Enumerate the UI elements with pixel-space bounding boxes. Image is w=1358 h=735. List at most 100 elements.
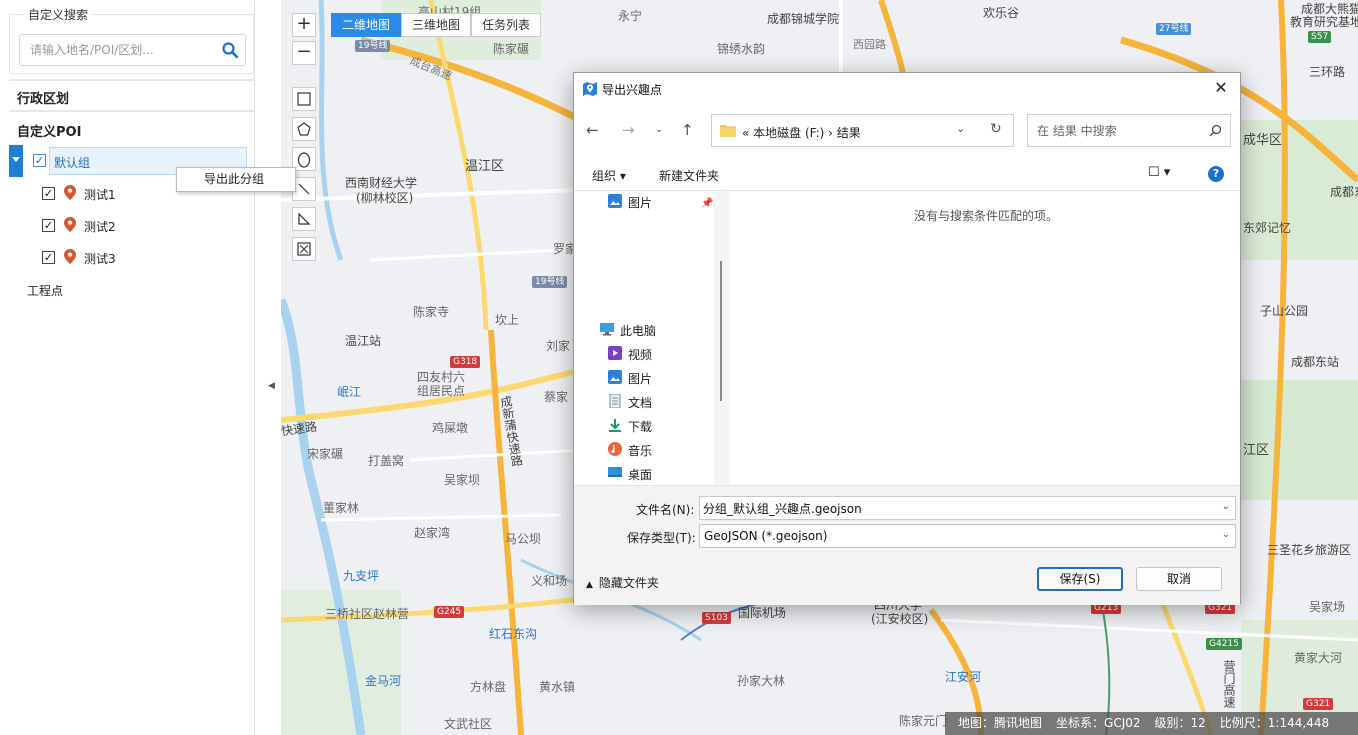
map-label: 三桥社区赵林营	[325, 607, 410, 621]
poi-item-label[interactable]: 测试3	[84, 250, 116, 267]
map-label: 江安河	[945, 670, 982, 684]
item-checkbox[interactable]: ✓	[42, 219, 55, 232]
folder-search-box	[1027, 114, 1231, 147]
section-divider	[9, 110, 254, 112]
hide-folders-toggle[interactable]: ▲ 隐藏文件夹	[586, 574, 659, 591]
zoom-in-button[interactable]: +	[292, 13, 316, 37]
map-label: 营门高速	[1222, 660, 1236, 708]
status-zoom-level: 级别：12	[1154, 716, 1206, 730]
scrollbar-thumb[interactable]	[720, 261, 722, 401]
map-label: 欢乐谷	[983, 6, 1020, 20]
view-options-icon[interactable]: ☐ ▾	[1148, 165, 1170, 180]
left-panel: 自定义搜索 行政区划 自定义POI ✓ 默认组 ✓ 测试1 ✓ 测试2 ✓ 测试…	[0, 0, 255, 735]
up-arrow-icon[interactable]: ↑	[681, 121, 694, 139]
new-folder-button[interactable]: 新建文件夹	[659, 167, 719, 184]
cancel-button[interactable]: 取消	[1136, 567, 1222, 591]
nav-pane-scrollbar[interactable]	[714, 191, 730, 485]
tab-task-list[interactable]: 任务列表	[471, 13, 542, 37]
rectangle-icon	[297, 92, 311, 106]
draw-rectangle-button[interactable]	[292, 87, 316, 111]
map-label: 三环路	[1309, 65, 1346, 79]
collapse-panel-icon[interactable]: ◀	[268, 381, 275, 391]
map-label: 成都东	[1330, 185, 1358, 199]
map-label: 刘家	[546, 339, 571, 353]
section-divider	[9, 79, 254, 81]
map-label: 西园路	[853, 38, 886, 51]
custom-search-fieldset: 自定义搜索	[9, 6, 254, 74]
draw-polygon-button[interactable]	[292, 117, 316, 141]
address-bar[interactable]: « 本地磁盘 (F:) › 结果 ⌄ ↻	[711, 114, 1014, 147]
item-checkbox[interactable]: ✓	[42, 187, 55, 200]
chevron-down-icon[interactable]: ⌄	[1222, 501, 1230, 512]
project-points-label[interactable]: 工程点	[27, 282, 63, 299]
map-label: 东郊记忆	[1243, 221, 1292, 235]
forward-arrow-icon[interactable]: →	[622, 121, 635, 139]
dialog-title: 导出兴趣点	[602, 83, 663, 97]
filename-input[interactable]	[700, 497, 1210, 519]
map-label: 鸡屎墩	[432, 421, 469, 435]
poi-item-label[interactable]: 测试1	[84, 186, 116, 203]
save-button[interactable]: 保存(S)	[1037, 567, 1123, 591]
measure-area-button[interactable]	[292, 207, 316, 231]
desktop-icon	[608, 467, 622, 477]
item-checkbox[interactable]: ✓	[42, 251, 55, 264]
map-label: 温江区	[465, 159, 505, 174]
zoom-out-button[interactable]: −	[292, 41, 316, 65]
pin-icon[interactable]: 📌	[701, 198, 713, 209]
documents-icon	[609, 394, 621, 408]
tab-2d-map[interactable]: 二维地图	[331, 13, 402, 37]
nav-item-label: 此电脑	[620, 324, 657, 338]
close-icon[interactable]: ✕	[1211, 78, 1231, 97]
map-label: 三圣花乡旅游区	[1267, 543, 1352, 557]
address-dropdown-icon[interactable]: ⌄	[956, 122, 965, 135]
section-admin-title[interactable]: 行政区划	[17, 88, 69, 107]
dialog-nav-bar: ← → ⌄ ↑ « 本地磁盘 (F:) › 结果 ⌄ ↻	[574, 113, 1240, 149]
filename-combobox[interactable]: ⌄	[699, 496, 1236, 520]
hide-folders-label: 隐藏文件夹	[598, 576, 659, 590]
refresh-icon[interactable]: ↻	[990, 121, 1002, 137]
group-checkbox[interactable]: ✓	[33, 154, 46, 167]
address-path[interactable]: « 本地磁盘 (F:) › 结果	[742, 124, 861, 141]
map-label: 金马河	[365, 674, 402, 688]
metro-line-badge: 19号线	[355, 40, 391, 52]
organize-menu[interactable]: 组织 ▾	[592, 167, 626, 184]
filetype-select[interactable]: GeoJSON (*.geojson) ⌄	[699, 524, 1236, 548]
map-pin-icon	[64, 185, 76, 200]
map-label: 孙家大林	[737, 674, 786, 688]
nav-item-label: 音乐	[628, 444, 653, 458]
status-crs: 坐标系：GCJ02	[1056, 716, 1141, 730]
map-label: 国际机场	[738, 606, 787, 620]
dialog-footer: 文件名(N): ⌄ 保存类型(T): GeoJSON (*.geojson) ⌄…	[574, 485, 1240, 605]
map-label: 成华区	[1243, 133, 1283, 148]
tab-3d-map[interactable]: 三维地图	[401, 13, 472, 37]
map-label: 文武社区	[444, 717, 493, 731]
help-icon[interactable]: ?	[1208, 166, 1224, 182]
poi-item-label[interactable]: 测试2	[84, 218, 116, 235]
folder-search-input[interactable]	[1028, 115, 1203, 146]
search-icon[interactable]	[1209, 124, 1222, 137]
clear-drawing-button[interactable]	[292, 237, 316, 261]
map-label: 成都大熊猫	[1301, 2, 1358, 16]
clear-icon	[297, 242, 311, 256]
map-app-icon	[583, 82, 597, 96]
recent-chevron-icon[interactable]: ⌄	[655, 124, 663, 135]
caret-down-icon[interactable]	[12, 157, 20, 162]
map-label: 吴家场	[1309, 600, 1346, 614]
map-pin-icon	[64, 217, 76, 232]
search-box	[19, 34, 246, 66]
chevron-down-icon[interactable]: ⌄	[1222, 529, 1230, 540]
search-input[interactable]	[20, 35, 215, 65]
export-poi-dialog: 导出兴趣点 ✕ ← → ⌄ ↑ « 本地磁盘 (F:) › 结果 ⌄ ↻ 组织 …	[573, 72, 1241, 605]
filetype-label: 保存类型(T):	[627, 531, 696, 545]
section-poi-title[interactable]: 自定义POI	[17, 121, 81, 140]
highway-shield: S57	[1308, 31, 1332, 43]
back-arrow-icon[interactable]: ←	[586, 121, 599, 139]
search-icon[interactable]	[221, 41, 239, 59]
map-label: 马公坝	[505, 532, 542, 546]
nav-item-label: 下载	[628, 420, 653, 434]
group-label[interactable]: 默认组	[54, 154, 90, 171]
context-menu-export-group[interactable]: 导出此分组	[176, 167, 296, 192]
nav-item-label: 视频	[628, 348, 653, 362]
dialog-title-bar[interactable]: 导出兴趣点 ✕	[574, 73, 1240, 105]
map-label: 陈家元门	[899, 714, 948, 728]
